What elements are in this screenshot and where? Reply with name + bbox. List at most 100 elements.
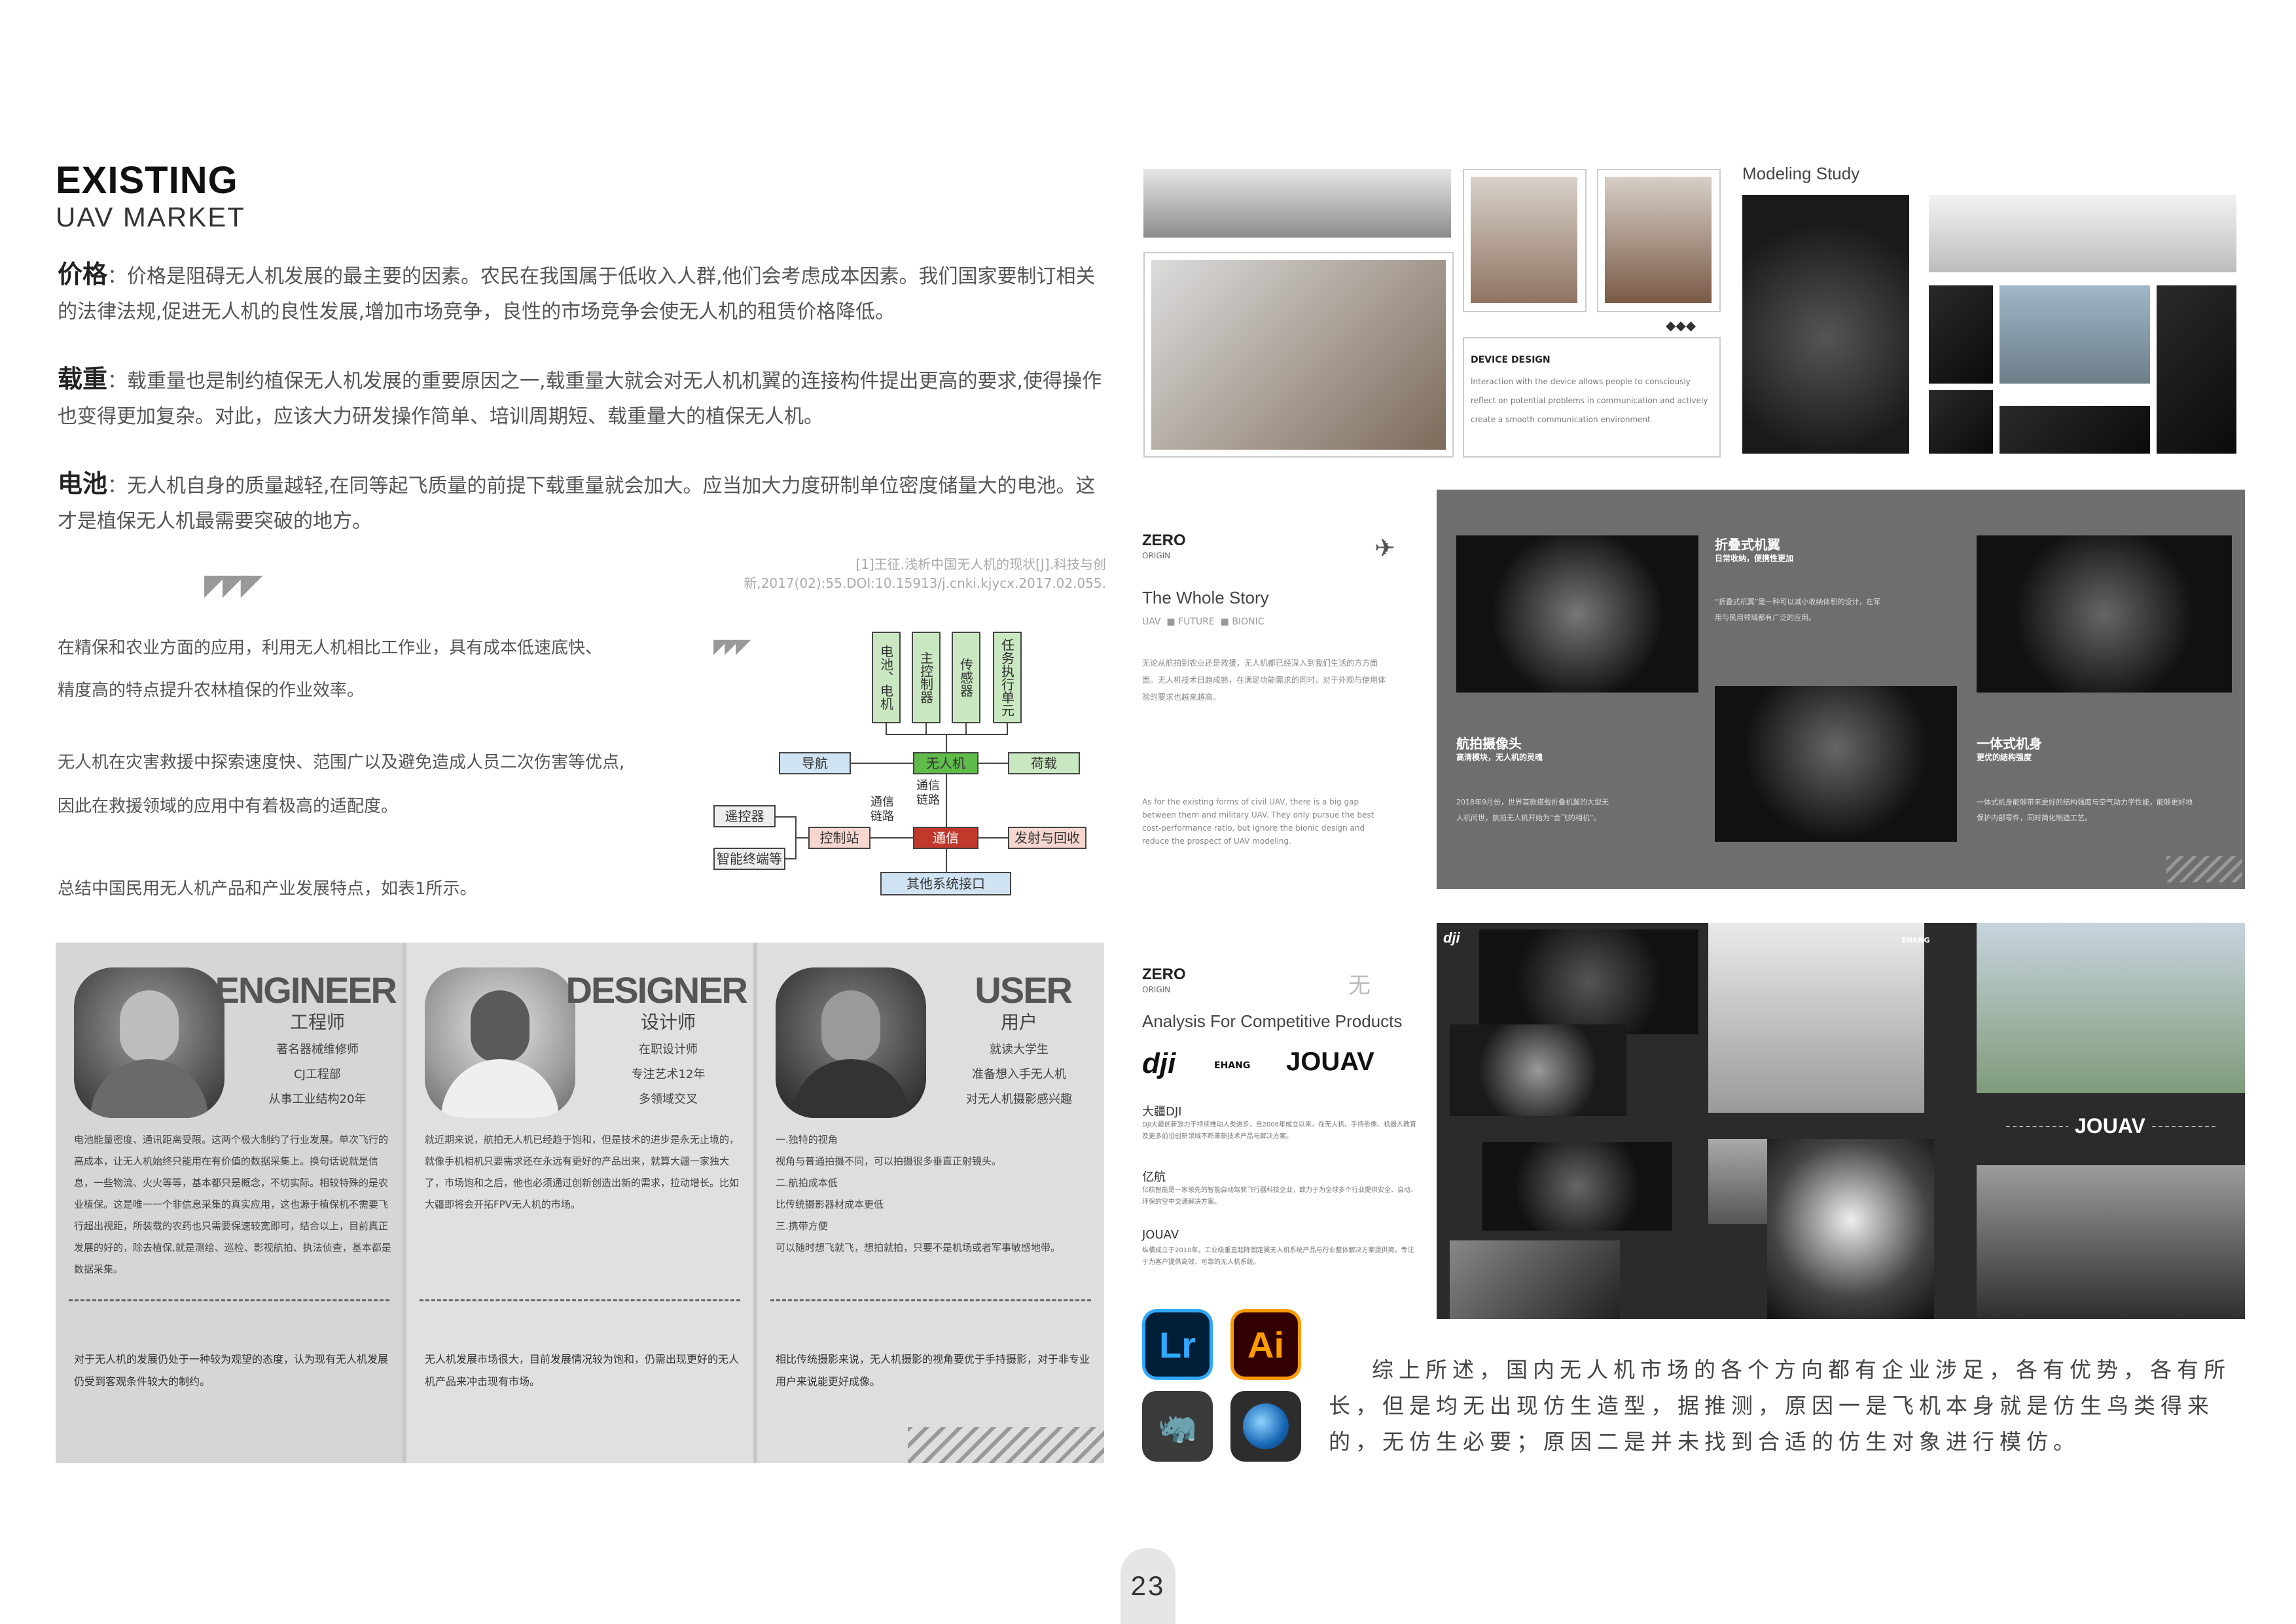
persona-panel: ENGINEER 工程师 著名器械维修师 CJ工程部 从事工业结构20年 电池能… (56, 943, 1104, 1463)
stripe-decoration (908, 1427, 1104, 1463)
persona-description: 电池能量密度、通讯距离受限。这两个极大制约了行业发展。单次飞行的高成本，让无人机… (74, 1134, 391, 1275)
story-heading: The Whole Story (1142, 588, 1269, 607)
feature-panel: 折叠式机翼 日常收纳，便携性更加 “折叠式机翼”是一种可以减小收纳体积的设计，在… (1437, 490, 2245, 889)
factor-label: 载重 (58, 365, 108, 393)
device-text: Interaction with the device allows peopl… (1471, 377, 1708, 424)
feature-subtitle: 日常收纳，便携性更加 (1715, 554, 1794, 563)
image-frame (1463, 169, 1587, 312)
persona-meta: 准备想入手无人机 (972, 1068, 1066, 1081)
factor-text: ：载重量也是制约植保无人机发展的重要原因之一,载重量大就会对无人机机翼的连接构件… (58, 370, 1102, 428)
story-tag: BIONIC (1232, 617, 1265, 627)
factor-label: 电池 (58, 469, 108, 498)
persona-designer: DESIGNER 设计师 在职设计师 专注艺术12年 多领域交叉 就近期来说，航… (406, 943, 753, 1463)
drone-concept-image (1143, 169, 1451, 238)
diagram-node: 传感器 (952, 632, 980, 723)
drone-icon: ✈ (1374, 533, 1395, 562)
feature-title: 一体式机身 (1977, 736, 2042, 751)
clay-model-photo (1605, 177, 1712, 303)
diagram-node: 控制站 (808, 827, 870, 849)
fpv-drone-image (1482, 1142, 1672, 1231)
story-brand: ZERO (1142, 532, 1186, 549)
application-text: 总结中国民用无人机产品和产业发展特点，如表1所示。 (58, 879, 477, 899)
persona-engineer: ENGINEER 工程师 著名器械维修师 CJ工程部 从事工业结构20年 电池能… (56, 943, 403, 1463)
persona-role: DESIGNER (565, 969, 748, 1011)
persona-role: ENGINEER (215, 969, 397, 1011)
drone-flying-photo (2000, 285, 2150, 384)
factor-text: ：无人机自身的质量越轻,在同等起飞质量的前提下载重量就会加大。应当加大力度研制单… (58, 475, 1096, 533)
competitor-text: 纵横成立于2010年，工业级垂直起降固定翼无人机系统产品与行业整体解决方案提供商… (1142, 1247, 1414, 1266)
diagram-node: 发射与回收 (1008, 827, 1086, 849)
uav-system-diagram: 电池、电机 主控制器 传感器 任务执行单元 无人机 导航 荷载 通信链路 通信 … (707, 632, 1100, 907)
jouav-logo: JOUAV (1286, 1047, 1374, 1076)
drone-render-image (1742, 195, 1909, 454)
persona-meta: 著名器械维修师 (276, 1043, 359, 1056)
drone-controller-image (2157, 285, 2236, 454)
diagram-node: 电池、电机 (872, 632, 901, 723)
feature-text: 2018年9月份，世界首款搭载折叠机翼的大型无人机问世，航拍无人机开始为“会飞的… (1456, 798, 1609, 822)
divider (69, 1299, 389, 1301)
jouav-drone-photo (1977, 923, 2245, 1093)
ehang-detail-photo (1708, 1139, 1767, 1224)
persona-meta: 多领域交叉 (639, 1092, 698, 1106)
divider (770, 1299, 1091, 1301)
persona-conclusion: 相比传统摄影来说，无人机摄影的视角要优于手持摄影，对于非专业用户来说能更好成像。 (776, 1353, 1090, 1388)
drone-detail-image (1929, 390, 1993, 454)
drone-body-image (1977, 535, 2232, 693)
image-frame (1597, 169, 1721, 312)
persona-meta: 在职设计师 (639, 1043, 698, 1056)
persona-meta: 从事工业结构20年 (268, 1092, 367, 1106)
avatar (425, 967, 575, 1118)
diamond-decoration-icon: ◆◆◆ (1666, 317, 1696, 333)
illustrator-icon: Ai (1230, 1309, 1301, 1380)
factor-battery: 电池：无人机自身的质量越轻,在同等起飞质量的前提下载重量就会加大。应当加大力度研… (58, 466, 1105, 539)
persona-meta: CJ工程部 (294, 1068, 341, 1081)
avatar (74, 967, 224, 1118)
persona-role-cn: 工程师 (289, 1011, 345, 1033)
application-text: 精度高的特点提升农林植保的作业效率。 (58, 681, 365, 700)
story-tag: FUTURE (1178, 617, 1215, 627)
feature-title: 航拍摄像头 (1456, 736, 1522, 751)
ehang-drone-photo (1708, 923, 1924, 1113)
persona-role: USER (975, 969, 1073, 1011)
story-brand-sub: ORIGIN (1142, 551, 1171, 560)
factor-price: 价格：价格是阻碍无人机发展的最主要的因素。农民在我国属于低收入人群,他们会考虑成… (58, 257, 1105, 330)
summary-text: 综上所述，国内无人机市场的各个方向都有企业涉足，各有优势，各有所长，但是均无出现… (1329, 1357, 2231, 1454)
dji-tag: dji (1443, 929, 1460, 946)
drone-detail-image (2000, 406, 2150, 454)
clay-model-photo (1471, 177, 1577, 303)
competitor-brand: ZERO (1142, 965, 1186, 983)
folded-drone-image (1715, 686, 1957, 842)
ehang-aircraft-photo (1767, 1139, 1934, 1319)
controller-image (1450, 1024, 1626, 1116)
persona-role-cn: 用户 (1000, 1011, 1037, 1033)
page-number: 23 (1121, 1548, 1175, 1624)
persona-user: USER 用户 就读大学生 准备想入手无人机 对无人机摄影感兴趣 一.独特的视角… (757, 943, 1104, 1463)
device-design-card: DEVICE DESIGN Interaction with the devic… (1463, 337, 1721, 458)
persona-meta: 对无人机摄影感兴趣 (966, 1092, 1072, 1106)
avatar (776, 967, 926, 1118)
modeling-label: Modeling Study (1742, 164, 1860, 183)
diagram-node: 智能终端等 (713, 848, 785, 870)
competitor-brand-sub: ORIGIN (1142, 985, 1171, 994)
story-tag: UAV (1142, 617, 1161, 627)
feature-subtitle: 高清模块，无人机的灵魂 (1456, 753, 1543, 762)
story-body-en: As for the existing forms of civil UAV, … (1142, 797, 1374, 846)
page-subtitle: UAV MARKET (56, 202, 245, 232)
diagram-node: 遥控器 (713, 805, 776, 827)
feature-text: 一体式机身能够带来更好的结构强度与空气动力学性能，能够更好地保护内部零件，同时简… (1977, 798, 2193, 822)
application-text: 在精保和农业方面的应用，利用无人机相比工作业，具有成本低速底快、 (58, 638, 603, 658)
diagram-label: 通信链路 (916, 779, 940, 807)
goggles-image (1479, 929, 1698, 1034)
persona-conclusion: 对于无人机的发展仍处于一种较为观望的态度，认为现有无人机发展仍受到客观条件较大的… (74, 1353, 389, 1388)
story-body-cn: 无论从航拍到农业还是救援，无人机都已经深入到我们生活的方方面面。无人机技术日趋成… (1142, 659, 1386, 702)
competitor-text: DJI大疆创新致力于持续推动人类进步，自2006年成立以来，在无人机、手持影像、… (1142, 1121, 1417, 1140)
ehang-tag: EHANG (1901, 936, 1930, 945)
factor-text: ：价格是阻碍无人机发展的最主要的因素。农民在我国属于低收入人群,他们会考虑成本因… (58, 265, 1096, 323)
diagram-node: 其他系统接口 (880, 872, 1011, 895)
stripe-decoration (2166, 856, 2242, 882)
prototype-photo (1151, 260, 1446, 450)
remote-image (1450, 1240, 1620, 1319)
divider (420, 1299, 740, 1301)
chevron-decoration-icon: ◤◤◤ (204, 568, 262, 602)
device-title: DEVICE DESIGN (1471, 355, 1551, 365)
